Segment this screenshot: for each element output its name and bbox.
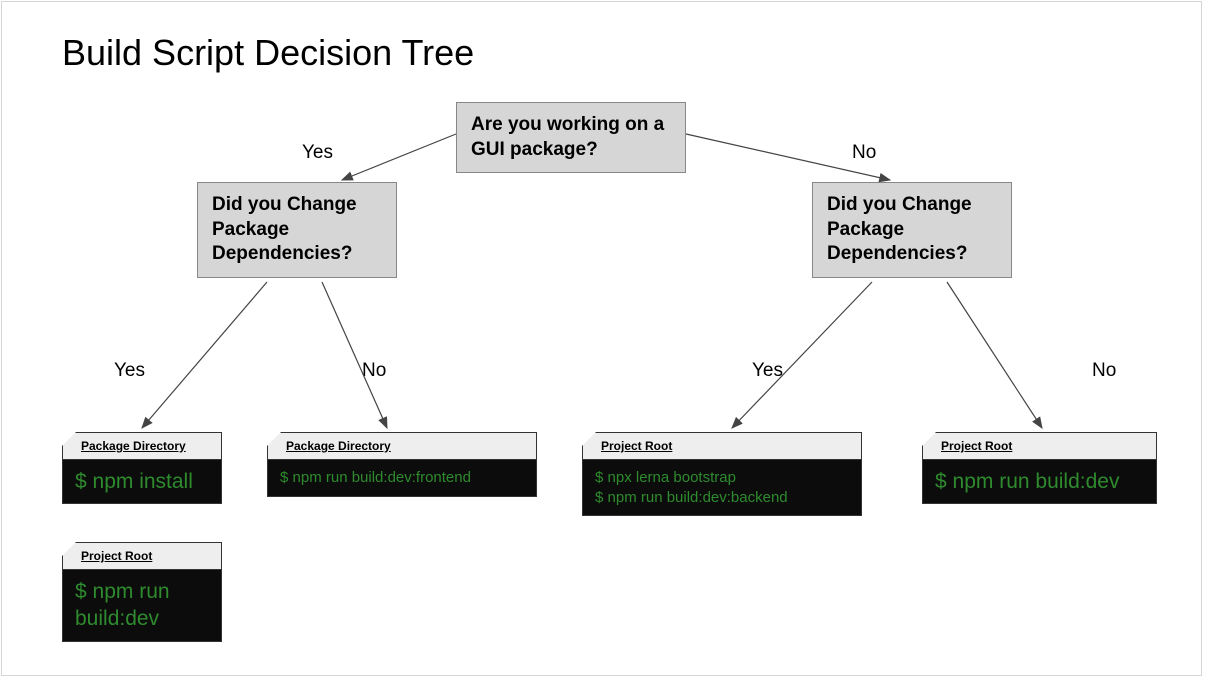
arrow-left-yes [142, 282, 267, 428]
edge-left-yes: Yes [114, 360, 145, 382]
page-title: Build Script Decision Tree [62, 32, 474, 74]
terminal-header: Project Root [922, 432, 1157, 460]
decision-right: Did you Change Package Dependencies? [812, 182, 1012, 278]
terminal-body: $ npm run build:dev [62, 570, 222, 642]
terminal-no-yes: Project Root $ npx lerna bootstrap $ npm… [582, 432, 862, 516]
edge-right-yes: Yes [752, 360, 783, 382]
terminal-body: $ npm run build:dev:frontend [267, 460, 537, 497]
terminal-command: $ npm run build:dev:frontend [280, 468, 524, 488]
terminal-command: $ npm install [75, 468, 209, 495]
terminal-no-no: Project Root $ npm run build:dev [922, 432, 1157, 504]
terminal-header: Project Root [62, 542, 222, 570]
terminal-body: $ npx lerna bootstrap $ npm run build:de… [582, 460, 862, 516]
decision-root: Are you working on a GUI package? [456, 102, 686, 173]
terminal-header: Package Directory [62, 432, 222, 460]
decision-root-text: Are you working on a GUI package? [471, 114, 664, 160]
decision-right-text: Did you Change Package Dependencies? [827, 194, 972, 264]
edge-left-no: No [362, 360, 386, 382]
terminal-yes-yes-pkg: Package Directory $ npm install [62, 432, 222, 504]
terminal-header: Project Root [582, 432, 862, 460]
edge-right-no: No [1092, 360, 1116, 382]
decision-left: Did you Change Package Dependencies? [197, 182, 397, 278]
terminal-command: $ npm run build:dev:backend [595, 488, 849, 508]
terminal-header: Package Directory [267, 432, 537, 460]
diagram-canvas: Build Script Decision Tree Are you worki… [1, 1, 1202, 676]
edge-root-no: No [852, 142, 876, 164]
terminal-yes-no: Package Directory $ npm run build:dev:fr… [267, 432, 537, 497]
terminal-yes-yes-root: Project Root $ npm run build:dev [62, 542, 222, 642]
edge-root-yes: Yes [302, 142, 333, 164]
terminal-command: $ npm run build:dev [935, 468, 1144, 495]
arrow-root-left [342, 134, 456, 180]
decision-left-text: Did you Change Package Dependencies? [212, 194, 357, 264]
terminal-command: $ npm run build:dev [75, 578, 209, 633]
terminal-command: $ npx lerna bootstrap [595, 468, 849, 488]
terminal-body: $ npm run build:dev [922, 460, 1157, 504]
arrow-right-no [947, 282, 1042, 428]
arrow-left-no [322, 282, 387, 428]
terminal-body: $ npm install [62, 460, 222, 504]
arrow-right-yes [732, 282, 872, 428]
